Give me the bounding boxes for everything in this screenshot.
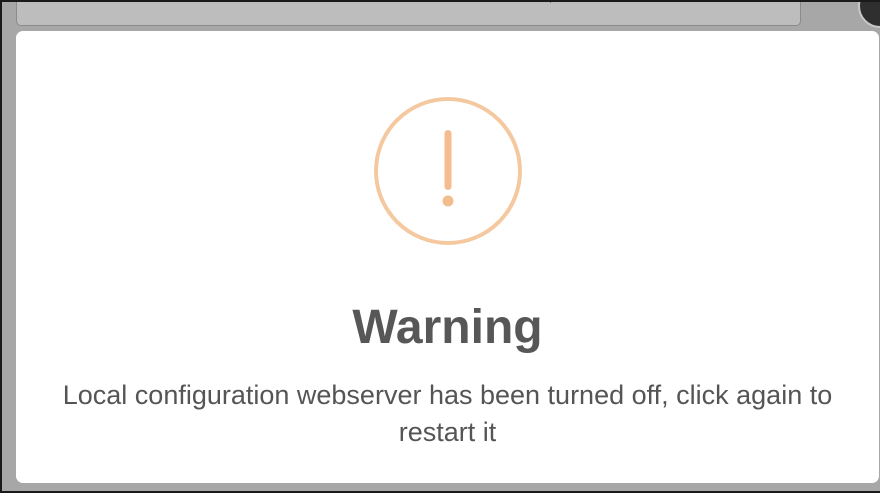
warning-dialog: Warning Local configuration webserver ha… [16, 31, 879, 483]
background-field-divider [550, 2, 551, 3]
dialog-message: Local configuration webserver has been t… [62, 380, 833, 447]
background-avatar [858, 2, 880, 28]
warning-exclamation-icon [374, 97, 522, 245]
dialog-title: Warning [352, 301, 543, 354]
background-input-field [16, 2, 801, 26]
app-window-overlay: Warning Local configuration webserver ha… [0, 0, 880, 493]
